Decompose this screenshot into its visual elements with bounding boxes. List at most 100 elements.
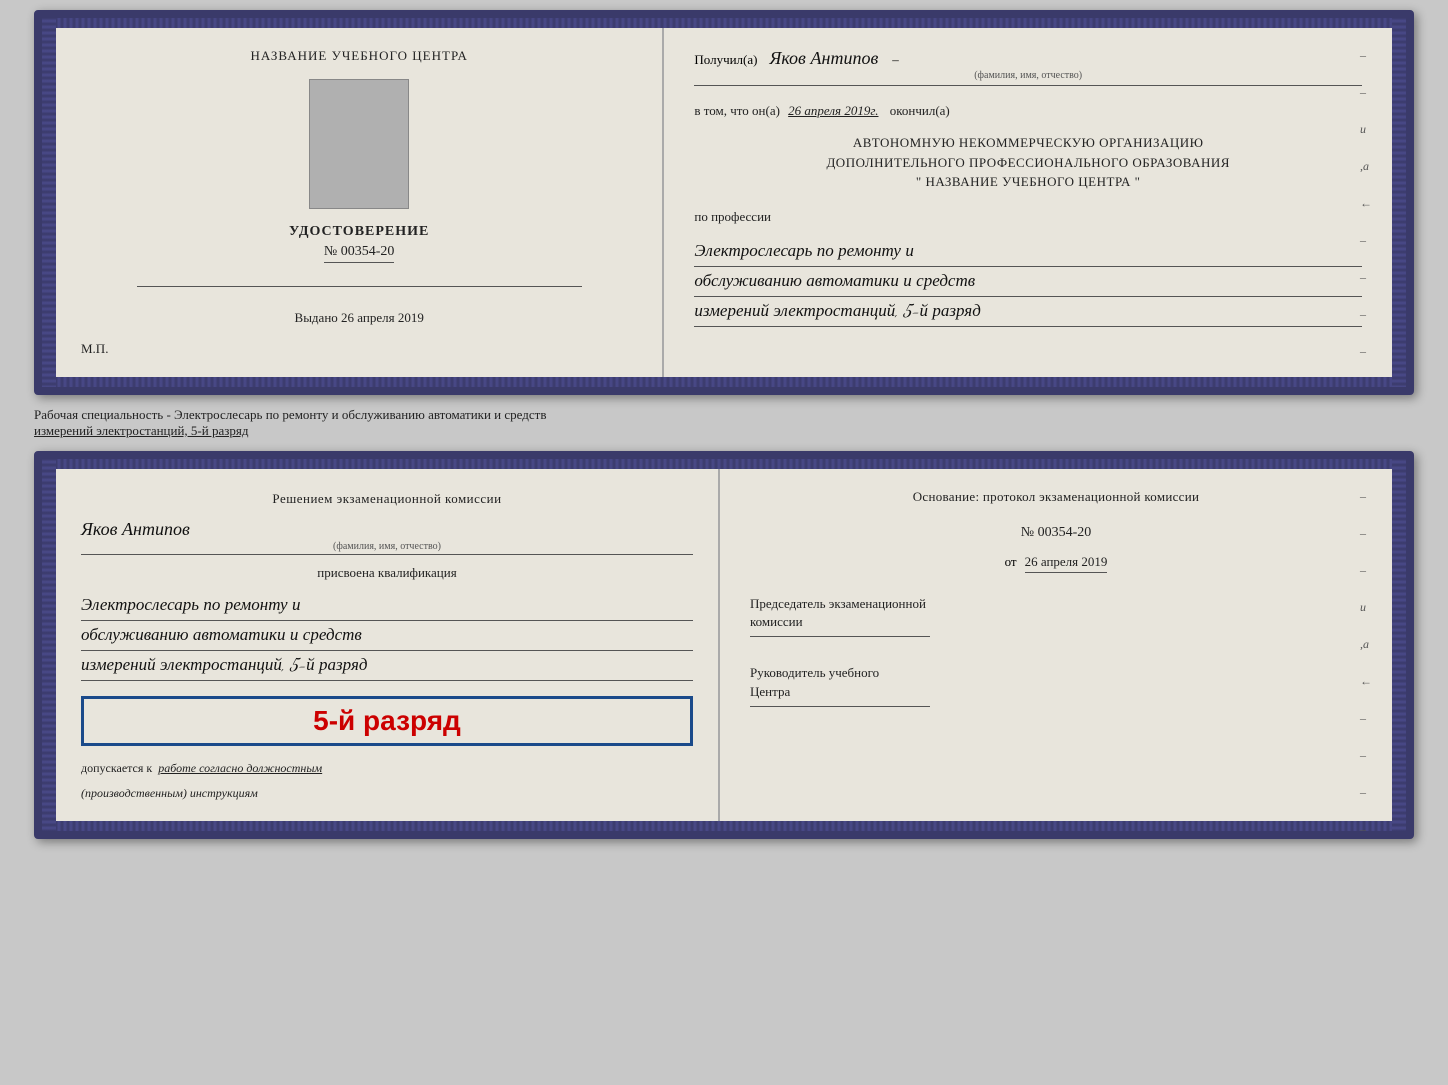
- between-text-block: Рабочая специальность - Электрослесарь п…: [34, 403, 1414, 443]
- resheniem-line: Решением экзаменационной комиссии: [81, 489, 693, 509]
- qual-line-2: обслуживанию автоматики и средств: [81, 621, 693, 651]
- predsedatel-signature-line: [750, 636, 930, 637]
- book-left-page: НАЗВАНИЕ УЧЕБНОГО ЦЕНТРА УДОСТОВЕРЕНИЕ №…: [56, 28, 664, 377]
- qualification-block: Электрослесарь по ремонту и обслуживанию…: [81, 591, 693, 682]
- recipient-name: Яков Антипов: [769, 48, 878, 70]
- left-line-1: [137, 286, 582, 287]
- dash-r3: –: [1360, 563, 1372, 578]
- bottom-deco-bar: [56, 377, 1392, 387]
- dash-r2: –: [1360, 526, 1372, 541]
- dash-3: и: [1360, 122, 1372, 137]
- dopuskaetsya-work: работе согласно должностным: [158, 761, 322, 775]
- po-professii-label: по профессии: [694, 209, 1362, 225]
- dash-2: –: [1360, 85, 1372, 100]
- dash-r7: –: [1360, 711, 1372, 726]
- rukovoditel-label: Руководитель учебного Центра: [750, 664, 1362, 700]
- udostoverenie-block: УДОСТОВЕРЕНИЕ № 00354-20: [289, 224, 429, 263]
- ot-label: от: [1005, 554, 1017, 569]
- dash-5: ←: [1360, 196, 1372, 211]
- dash-7: –: [1360, 270, 1372, 285]
- vydano-line: Выдано 26 апреля 2019: [295, 310, 424, 326]
- dopuskaetsya-label: допускается к: [81, 761, 152, 775]
- dash-r6: ←: [1360, 674, 1372, 689]
- profession-line-2: обслуживанию автоматики и средств: [694, 267, 1362, 297]
- qual-line-1: Электрослесарь по ремонту и: [81, 591, 693, 621]
- okonchil-label: окончил(а): [890, 103, 950, 118]
- protocol-num: № 00354-20: [750, 525, 1362, 541]
- recipient-section: Получил(а) Яков Антипов – (фамилия, имя,…: [694, 48, 1362, 86]
- profession-block: Электрослесарь по ремонту и обслуживанию…: [694, 237, 1362, 328]
- predsedatel-label: Председатель экзаменационной комиссии: [750, 595, 1362, 631]
- name-line-b2: Яков Антипов (фамилия, имя, отчество): [81, 519, 693, 555]
- book-content-row: НАЗВАНИЕ УЧЕБНОГО ЦЕНТРА УДОСТОВЕРЕНИЕ №…: [56, 28, 1392, 377]
- right-dashes-2: – – – и ,а ← – – – –: [1360, 489, 1372, 837]
- qual-line-3: измерений электростанций, 5-й разряд: [81, 651, 693, 681]
- tsentra-text: Центра: [750, 684, 790, 699]
- right-spine-deco: [1392, 18, 1406, 387]
- book-inner-1: НАЗВАНИЕ УЧЕБНОГО ЦЕНТРА УДОСТОВЕРЕНИЕ №…: [56, 18, 1392, 387]
- book-content-row-2: Решением экзаменационной комиссии Яков А…: [56, 469, 1392, 821]
- between-line-1: Рабочая специальность - Электрослесарь п…: [34, 407, 1414, 423]
- dash-4: ,а: [1360, 159, 1372, 174]
- dash-9: –: [1360, 344, 1372, 359]
- center-name: НАЗВАНИЕ УЧЕБНОГО ЦЕНТРА: [250, 48, 467, 64]
- udostoverenie-num: № 00354-20: [324, 244, 395, 263]
- profession-line-1: Электрослесарь по ремонту и: [694, 237, 1362, 267]
- dash-right-1: –: [892, 52, 899, 67]
- fio-subtitle: (фамилия, имя, отчество): [694, 70, 1362, 81]
- right-dashes: – – и ,а ← – – – –: [1360, 48, 1372, 359]
- document-1: НАЗВАНИЕ УЧЕБНОГО ЦЕНТРА УДОСТОВЕРЕНИЕ №…: [34, 10, 1414, 395]
- ot-date: 26 апреля 2019: [1025, 554, 1108, 573]
- predsedatel-block: Председатель экзаменационной комиссии: [750, 595, 1362, 642]
- predsedatel-text: Председатель экзаменационной: [750, 596, 926, 611]
- razryad-badge-text: 5-й разряд: [96, 705, 678, 737]
- vtom-line: в том, что он(а) 26 апреля 2019г. окончи…: [694, 103, 1362, 119]
- qual-text-3: измерений электростанций, 5-й разряд: [81, 654, 367, 675]
- prisvoena-text: присвоена квалификация: [81, 565, 693, 581]
- ot-wrapper: от 26 апреля 2019: [750, 553, 1362, 573]
- top-deco-bar: [56, 18, 1392, 28]
- between-line-2: измерений электростанций, 5-й разряд: [34, 423, 1414, 439]
- person-name: Яков Антипов: [81, 519, 693, 541]
- qual-text-2: обслуживанию автоматики и средств: [81, 624, 362, 645]
- photo-placeholder: [309, 79, 409, 209]
- vtom-date: 26 апреля 2019г.: [788, 103, 878, 118]
- komissii-text: комиссии: [750, 614, 803, 629]
- bottom-deco-bar-2: [56, 821, 1392, 831]
- document-2: Решением экзаменационной комиссии Яков А…: [34, 451, 1414, 839]
- book2-right-page: Основание: протокол экзаменационной коми…: [720, 469, 1392, 821]
- rukovoditel-block: Руководитель учебного Центра: [750, 664, 1362, 711]
- dash-r4: и: [1360, 600, 1372, 615]
- left-spine-deco: [42, 18, 56, 387]
- book-right-page: Получил(а) Яков Антипов – (фамилия, имя,…: [664, 28, 1392, 377]
- book-inner-2: Решением экзаменационной комиссии Яков А…: [56, 459, 1392, 831]
- dash-1: –: [1360, 48, 1372, 63]
- resheniem-text: Решением экзаменационной комиссии: [81, 489, 693, 509]
- vydano-label: Выдано: [295, 310, 338, 325]
- dash-r10: –: [1360, 822, 1372, 837]
- dash-6: –: [1360, 233, 1372, 248]
- dash-8: –: [1360, 307, 1372, 322]
- razryad-badge: 5-й разряд: [81, 696, 693, 746]
- rukovoditel-text: Руководитель учебного: [750, 665, 879, 680]
- right-spine-deco-2: [1392, 459, 1406, 831]
- mp-line: М.П.: [81, 341, 108, 357]
- vydano-date: 26 апреля 2019: [341, 310, 424, 325]
- poluchil-label: Получил(а): [694, 52, 757, 67]
- org-line3: " НАЗВАНИЕ УЧЕБНОГО ЦЕНТРА ": [694, 172, 1362, 192]
- org-block: АВТОНОМНУЮ НЕКОММЕРЧЕСКУЮ ОРГАНИЗАЦИЮ ДО…: [694, 133, 1362, 192]
- top-deco-bar-2: [56, 459, 1392, 469]
- left-spine-deco-2: [42, 459, 56, 831]
- org-line1: АВТОНОМНУЮ НЕКОММЕРЧЕСКУЮ ОРГАНИЗАЦИЮ: [694, 133, 1362, 153]
- osnovanie-text: Основание: протокол экзаменационной коми…: [750, 489, 1362, 505]
- instruktsii-text: (производственным) инструкциям: [81, 786, 693, 801]
- fio-sub-2: (фамилия, имя, отчество): [81, 541, 693, 552]
- dash-r1: –: [1360, 489, 1372, 504]
- rukovoditel-signature-line: [750, 706, 930, 707]
- dash-r9: –: [1360, 785, 1372, 800]
- dopuskaetsya-block: допускается к работе согласно должностны…: [81, 761, 693, 776]
- profession-line-3: измерений электростанций, 5-й разряд: [694, 297, 1362, 327]
- qual-text-1: Электрослесарь по ремонту и: [81, 594, 301, 615]
- vtom-label: в том, что он(а): [694, 103, 780, 118]
- between-line-2-text: измерений электростанций, 5-й разряд: [34, 423, 248, 438]
